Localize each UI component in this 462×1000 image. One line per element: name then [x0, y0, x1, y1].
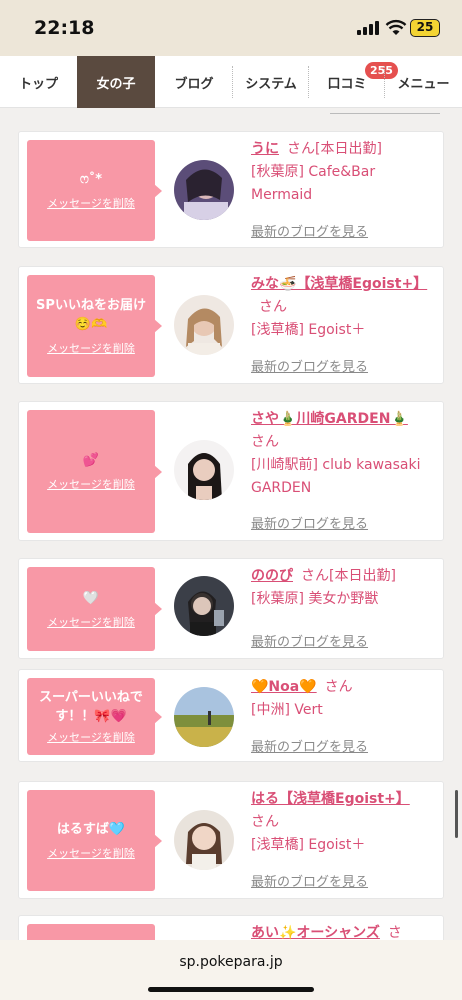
delete-message-link[interactable]: メッセージを削除: [47, 340, 135, 356]
message-text: 💕: [82, 453, 100, 468]
girls-list: ෆ˚* メッセージを削除 うに さん[本日出勤] [秋葉原] Cafe&Bar M…: [0, 108, 462, 940]
avatar[interactable]: [174, 440, 234, 500]
clock: 22:18: [34, 17, 95, 39]
message-text: 🤍: [82, 590, 100, 606]
shop-name: [浅草橋] Egoist＋: [251, 837, 366, 853]
list-item: はるすば🩵 メッセージを削除 はる【浅草橋Egoist+】 さん [浅草橋] Eg…: [18, 781, 444, 899]
list-item: 💕 メッセージを削除 さや🎍川崎GARDEN🎍 さん [川崎駅前] club ka…: [18, 401, 444, 541]
profile-info: はる【浅草橋Egoist+】 さん [浅草橋] Egoist＋: [251, 788, 436, 857]
honorific: さん: [251, 434, 279, 450]
avatar[interactable]: [174, 810, 234, 870]
url-text: sp.pokepara.jp: [179, 954, 283, 970]
profile-info: さや🎍川崎GARDEN🎍 さん [川崎駅前] club kawasaki GARD…: [251, 408, 436, 500]
latest-blog-link[interactable]: 最新のブログを見る: [251, 631, 368, 650]
shop-name: [秋葉原] 美女か野獣: [251, 591, 379, 607]
profile-info: 🧡Noa🧡 さん [中洲] Vert: [251, 676, 436, 722]
profile-info: うに さん[本日出勤] [秋葉原] Cafe&Bar Mermaid: [251, 138, 436, 207]
girl-name-link[interactable]: うに: [251, 141, 279, 157]
list-item: SPいいねをお届け☺️🫶 メッセージを削除 みな🍜【浅草橋Egoist+】さん …: [18, 266, 444, 384]
message-text: SPいいねをお届け☺️🫶: [36, 298, 146, 332]
message-text: ෆ˚*: [79, 172, 103, 187]
girl-name-link[interactable]: 🧡Noa🧡: [251, 679, 317, 695]
top-nav: トップ 女の子 ブログ システム 口コミ 255 メニュー: [0, 56, 462, 108]
list-item: スーパーいいねです！！🎀💗 メッセージを削除 🧡Noa🧡 さん [中洲] Vert…: [18, 669, 444, 762]
message-bubble: はるすば🩵 メッセージを削除: [27, 790, 162, 891]
delete-message-link[interactable]: メッセージを削除: [47, 476, 135, 492]
latest-blog-link[interactable]: 最新のブログを見る: [251, 221, 368, 240]
delete-message-link[interactable]: メッセージを削除: [47, 845, 135, 861]
attendance-status: [本日出勤]: [329, 568, 396, 584]
message-text: スーパーいいねです！！🎀💗: [39, 690, 143, 724]
honorific: さん: [301, 568, 329, 584]
avatar[interactable]: [174, 160, 234, 220]
latest-blog-link[interactable]: 最新のブログを見る: [251, 513, 368, 532]
girl-name-link[interactable]: あい✨オーシャンズ: [251, 925, 380, 940]
message-bubble: 💕 メッセージを削除: [27, 410, 162, 533]
girl-name-link[interactable]: はる【浅草橋Egoist+】: [251, 791, 410, 807]
list-item: ෆ˚* メッセージを削除 うに さん[本日出勤] [秋葉原] Cafe&Bar M…: [18, 131, 444, 248]
message-bubble: SPいいねをお届け☺️🫶 メッセージを削除: [27, 275, 162, 377]
message-bubble: 🤍 メッセージを削除: [27, 567, 162, 651]
avatar[interactable]: [174, 576, 234, 636]
home-indicator[interactable]: [148, 987, 314, 992]
delete-message-link[interactable]: メッセージを削除: [47, 614, 135, 630]
avatar[interactable]: [174, 687, 234, 747]
message-bubble: スーパーいいねです！！🎀💗 メッセージを削除: [27, 678, 162, 755]
battery-icon: 25: [410, 19, 440, 37]
girl-name-link[interactable]: さや🎍川崎GARDEN🎍: [251, 411, 408, 427]
tab-reviews-label: 口コミ: [327, 76, 367, 92]
honorific: さん: [324, 679, 353, 695]
tab-system[interactable]: システム: [233, 56, 309, 108]
tab-blog[interactable]: ブログ: [155, 56, 233, 108]
clipped-link: [330, 108, 440, 114]
status-bar: 22:18 25: [0, 0, 462, 56]
signal-icon: [357, 21, 379, 35]
delete-message-link[interactable]: メッセージを削除: [47, 195, 135, 211]
tab-girls[interactable]: 女の子: [77, 56, 155, 108]
tab-menu[interactable]: メニュー: [385, 56, 462, 108]
avatar[interactable]: [174, 295, 234, 355]
profile-info: あい✨オーシャンズさ: [251, 922, 441, 940]
tab-reviews[interactable]: 口コミ 255: [309, 56, 398, 108]
attendance-status: [本日出勤]: [315, 141, 382, 157]
scrollbar-thumb[interactable]: [455, 790, 458, 838]
message-text: はるすば🩵: [56, 822, 126, 837]
girl-name-link[interactable]: みな🍜【浅草橋Egoist+】: [251, 276, 427, 292]
honorific: さん: [251, 814, 279, 830]
wifi-icon: [385, 19, 407, 37]
shop-name: [浅草橋] Egoist＋: [251, 322, 366, 338]
shop-name: [秋葉原] Cafe&Bar Mermaid: [251, 164, 376, 203]
delete-message-link[interactable]: メッセージを削除: [47, 729, 135, 745]
shop-name: [中洲] Vert: [251, 702, 323, 718]
message-bubble: ෆ˚* メッセージを削除: [27, 140, 162, 241]
honorific: さん: [287, 141, 315, 157]
list-item: 🤍 メッセージを削除 ののぴ さん[本日出勤] [秋葉原] 美女か野獣 最新のブロ…: [18, 558, 444, 659]
list-item: あい✨オーシャンズさ: [18, 915, 444, 940]
profile-info: ののぴ さん[本日出勤] [秋葉原] 美女か野獣: [251, 565, 436, 611]
message-bubble: [27, 924, 155, 940]
profile-info: みな🍜【浅草橋Egoist+】さん [浅草橋] Egoist＋: [251, 273, 436, 342]
latest-blog-link[interactable]: 最新のブログを見る: [251, 871, 368, 890]
shop-name: [川崎駅前] club kawasaki GARDEN: [251, 457, 421, 496]
girl-name-link[interactable]: ののぴ: [251, 568, 293, 584]
tab-top[interactable]: トップ: [0, 56, 77, 108]
honorific: さ: [387, 925, 402, 940]
honorific: さん: [259, 299, 287, 315]
latest-blog-link[interactable]: 最新のブログを見る: [251, 736, 368, 755]
latest-blog-link[interactable]: 最新のブログを見る: [251, 356, 368, 375]
